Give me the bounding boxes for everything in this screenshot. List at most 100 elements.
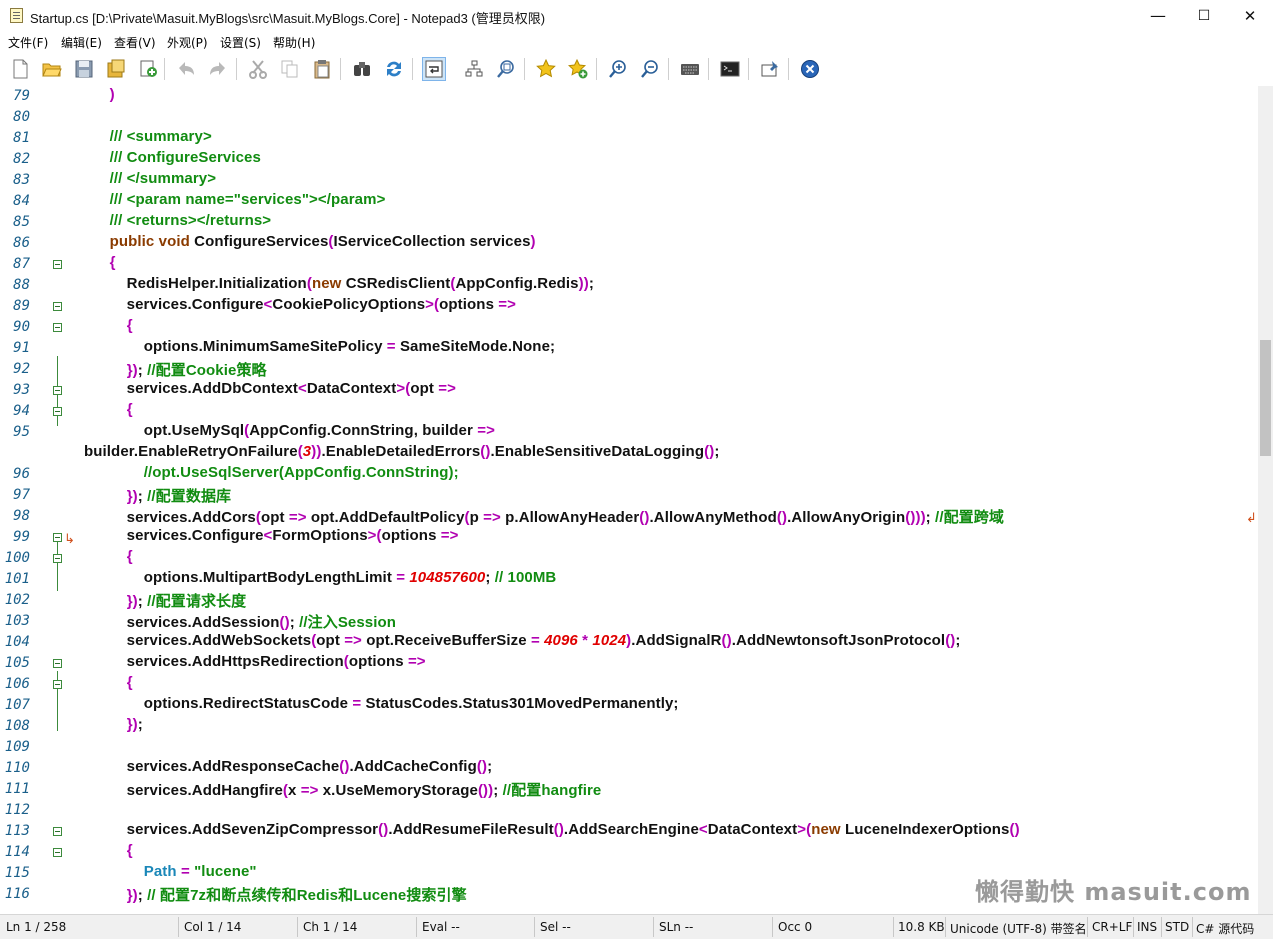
code-line[interactable]: /// <summary>	[84, 128, 212, 145]
fold-toggle-icon[interactable]	[53, 680, 62, 689]
menu-help[interactable]: 帮助(H)	[273, 34, 315, 51]
pin-icon[interactable]	[758, 57, 782, 81]
code-line[interactable]: services.AddSevenZipCompressor().AddResu…	[84, 821, 1020, 838]
status-std[interactable]: STD	[1165, 920, 1189, 934]
cut-icon[interactable]	[246, 57, 270, 81]
fold-toggle-icon[interactable]	[53, 554, 62, 563]
line-number: 116	[4, 886, 30, 902]
console-icon[interactable]	[718, 57, 742, 81]
code-line[interactable]: }); //配置请求长度	[84, 590, 246, 611]
tree-icon[interactable]	[462, 57, 486, 81]
menu-appearance[interactable]: 外观(P)	[167, 34, 208, 51]
line-number: 93	[13, 382, 30, 398]
status-language[interactable]: C# 源代码	[1196, 920, 1254, 937]
code-editor[interactable]: ↳ ↲ 79 ) 80 81 /// <summary> 82 /// Configu…	[0, 86, 1258, 914]
fold-toggle-icon[interactable]	[53, 407, 62, 416]
fold-toggle-icon[interactable]	[53, 848, 62, 857]
code-line[interactable]: opt.UseMySql(AppConfig.ConnString, build…	[84, 422, 495, 439]
code-line[interactable]: {	[84, 548, 133, 565]
line-number: 98	[13, 508, 30, 524]
code-line[interactable]: {	[84, 401, 133, 418]
exit-icon[interactable]	[798, 57, 822, 81]
code-line[interactable]: public void ConfigureServices(IServiceCo…	[84, 233, 536, 250]
status-encoding[interactable]: Unicode (UTF-8) 带签名	[950, 920, 1087, 937]
code-line[interactable]: services.AddResponseCache().AddCacheConf…	[84, 758, 492, 775]
line-number: 103	[4, 613, 30, 629]
line-number: 111	[4, 781, 30, 797]
code-line[interactable]: {	[84, 317, 133, 334]
line-number: 89	[13, 298, 30, 314]
code-line[interactable]: RedisHelper.Initialization(new CSRedisCl…	[84, 275, 594, 292]
code-line[interactable]: {	[84, 254, 116, 271]
bookmark-icon[interactable]	[534, 57, 558, 81]
minimize-button[interactable]: —	[1135, 0, 1181, 32]
paste-icon[interactable]	[310, 57, 334, 81]
code-line[interactable]: options.MinimumSameSitePolicy = SameSite…	[84, 338, 555, 355]
fold-toggle-icon[interactable]	[53, 302, 62, 311]
undo-icon[interactable]	[174, 57, 198, 81]
code-line[interactable]: services.Configure<CookiePolicyOptions>(…	[84, 296, 516, 313]
word-wrap-icon[interactable]	[422, 57, 446, 81]
watermark: 懒得勤快 masuit.com	[975, 878, 1252, 906]
code-line[interactable]: services.AddSession(); //注入Session	[84, 611, 396, 632]
code-line[interactable]: services.AddHttpsRedirection(options =>	[84, 653, 426, 670]
add-bookmark-icon[interactable]	[566, 57, 590, 81]
code-line[interactable]: {	[84, 842, 133, 859]
code-line[interactable]: builder.EnableRetryOnFailure(3)).EnableD…	[84, 443, 719, 460]
zoom-fit-icon[interactable]	[494, 57, 518, 81]
status-insert-mode[interactable]: INS	[1137, 920, 1157, 934]
fold-toggle-icon[interactable]	[53, 659, 62, 668]
code-line[interactable]: services.AddDbContext<DataContext>(opt =…	[84, 380, 456, 397]
fold-toggle-icon[interactable]	[53, 323, 62, 332]
find-icon[interactable]	[350, 57, 374, 81]
copy-icon[interactable]	[278, 57, 302, 81]
code-line[interactable]: }); // 配置7z和断点续传和Redis和Lucene搜索引擎	[84, 884, 467, 905]
fold-toggle-icon[interactable]	[53, 827, 62, 836]
open-icon[interactable]	[40, 57, 64, 81]
code-line[interactable]: services.Configure<FormOptions>(options …	[84, 527, 459, 544]
code-line[interactable]: {	[84, 674, 133, 691]
code-line[interactable]: });	[84, 716, 143, 733]
code-line[interactable]: }); //配置Cookie策略	[84, 359, 267, 380]
fold-toggle-icon[interactable]	[53, 386, 62, 395]
zoom-out-icon[interactable]	[638, 57, 662, 81]
menu-file[interactable]: 文件(F)	[8, 34, 48, 51]
fold-toggle-icon[interactable]	[53, 533, 62, 542]
redo-icon[interactable]	[206, 57, 230, 81]
code-line[interactable]: services.AddHangfire(x => x.UseMemorySto…	[84, 779, 602, 800]
replace-icon[interactable]	[382, 57, 406, 81]
status-line-ending[interactable]: CR+LF	[1092, 920, 1132, 934]
status-occurrences: Occ 0	[778, 920, 813, 934]
new-icon[interactable]	[8, 57, 32, 81]
status-bar: Ln 1 / 258 Col 1 / 14 Ch 1 / 14 Eval -- …	[0, 914, 1273, 939]
menu-view[interactable]: 查看(V)	[114, 34, 156, 51]
code-line[interactable]: options.MultipartBodyLengthLimit = 10485…	[84, 569, 557, 586]
save-as-icon[interactable]	[104, 57, 128, 81]
code-line[interactable]: options.RedirectStatusCode = StatusCodes…	[84, 695, 679, 712]
maximize-button[interactable]: ☐	[1181, 0, 1227, 32]
zoom-in-icon[interactable]	[606, 57, 630, 81]
menu-settings[interactable]: 设置(S)	[220, 34, 261, 51]
fold-toggle-icon[interactable]	[53, 260, 62, 269]
code-line[interactable]: }); //配置数据库	[84, 485, 231, 506]
menu-edit[interactable]: 编辑(E)	[61, 34, 102, 51]
code-line[interactable]: services.AddWebSockets(opt => opt.Receiv…	[84, 632, 961, 649]
code-line[interactable]: /// <returns></returns>	[84, 212, 271, 229]
line-number: 115	[4, 865, 30, 881]
code-line[interactable]: )	[84, 86, 115, 103]
vertical-scrollbar[interactable]	[1258, 86, 1273, 914]
scrollbar-thumb[interactable]	[1260, 340, 1271, 456]
menu-bar: 文件(F) 编辑(E) 查看(V) 外观(P) 设置(S) 帮助(H)	[0, 32, 1273, 52]
keyboard-icon[interactable]	[678, 57, 702, 81]
code-line[interactable]: Path = "lucene"	[84, 863, 257, 880]
code-line[interactable]: /// ConfigureServices	[84, 149, 261, 166]
close-button[interactable]: ✕	[1227, 0, 1273, 32]
status-file-size: 10.8 KB	[898, 920, 945, 934]
code-line[interactable]: /// </summary>	[84, 170, 216, 187]
line-number: 114	[4, 844, 30, 860]
print-icon[interactable]	[136, 57, 160, 81]
code-line[interactable]: services.AddCors(opt => opt.AddDefaultPo…	[84, 506, 1004, 527]
save-icon[interactable]	[72, 57, 96, 81]
code-line[interactable]: /// <param name="services"></param>	[84, 191, 386, 208]
code-line[interactable]: //opt.UseSqlServer(AppConfig.ConnString)…	[84, 464, 459, 481]
